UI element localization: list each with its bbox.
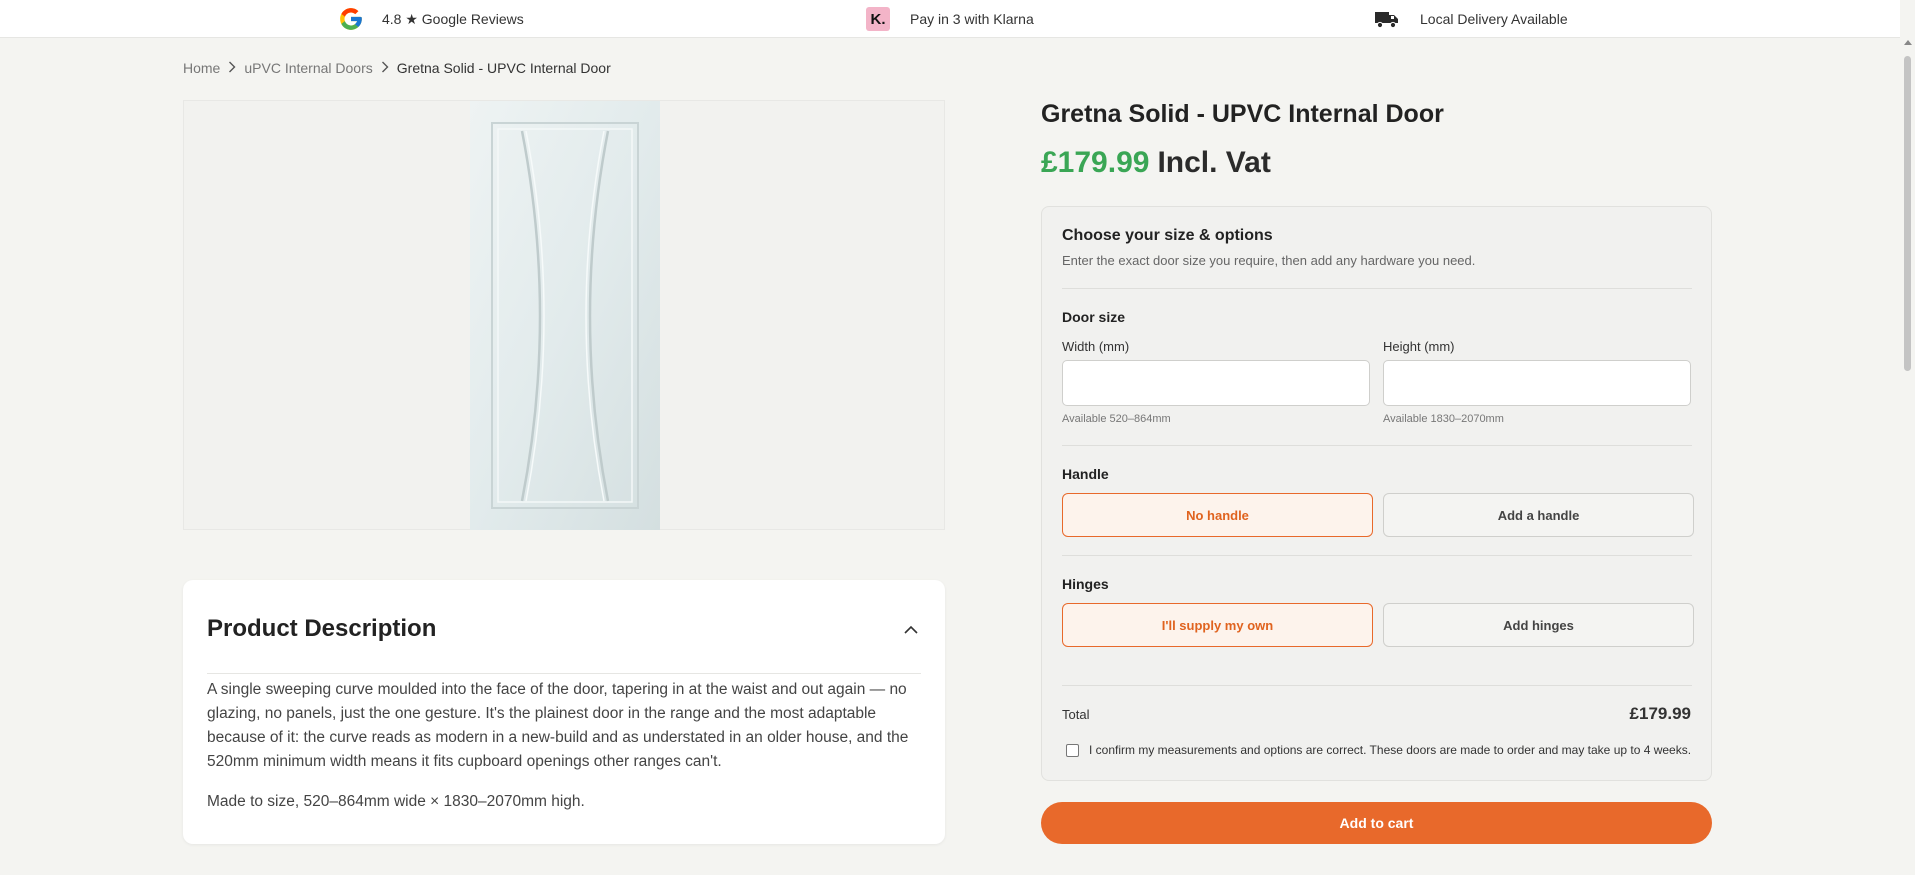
height-input[interactable] <box>1383 360 1691 406</box>
price-value: £179.99 <box>1041 146 1150 179</box>
chevron-right-icon <box>228 61 236 76</box>
description-paragraph: A single sweeping curve moulded into the… <box>207 681 909 770</box>
google-g-icon <box>338 6 364 32</box>
chevron-up-icon[interactable] <box>903 622 919 640</box>
divider <box>1062 685 1692 686</box>
width-hint: Available 520–864mm <box>1062 413 1171 425</box>
klarna-k-icon: K. <box>866 7 890 31</box>
hinges-label: Hinges <box>1062 576 1109 592</box>
add-handle-button[interactable]: Add a handle <box>1383 493 1694 537</box>
scrollbar-thumb[interactable] <box>1904 56 1911 371</box>
divider <box>1062 445 1692 446</box>
width-label: Width (mm) <box>1062 339 1130 354</box>
total-value: £179.99 <box>1629 704 1691 723</box>
delivery-text: Local Delivery Available <box>1420 11 1568 27</box>
options-heading: Choose your size & options <box>1062 227 1273 244</box>
total-label: Total <box>1062 707 1090 722</box>
top-info-bar: 4.8 ★ Google Reviews K. Pay in 3 with Kl… <box>0 0 1900 38</box>
vat-label: Incl. Vat <box>1157 146 1271 179</box>
scroll-up-arrow-icon[interactable] <box>1904 40 1912 45</box>
options-subheading: Enter the exact door size you require, t… <box>1062 253 1476 268</box>
delivery-info[interactable]: Local Delivery Available <box>1374 0 1568 38</box>
breadcrumb-current: Gretna Solid - UPVC Internal Door <box>396 60 611 76</box>
height-label: Height (mm) <box>1383 339 1455 354</box>
google-reviews[interactable]: 4.8 ★ Google Reviews <box>338 0 524 38</box>
klarna-text: Pay in 3 with Klarna <box>910 11 1034 27</box>
height-hint: Available 1830–2070mm <box>1383 413 1504 425</box>
options-panel: Choose your size & options Enter the exa… <box>1041 206 1712 781</box>
width-input[interactable] <box>1062 360 1370 406</box>
add-to-cart-button[interactable]: Add to cart <box>1041 802 1712 844</box>
description-divider <box>207 673 921 674</box>
product-price: £179.99 Incl. Vat <box>1041 146 1271 180</box>
product-description-card: Product Description A single sweeping cu… <box>183 580 945 844</box>
add-hinges-button[interactable]: Add hinges <box>1383 603 1694 647</box>
klarna-info[interactable]: K. Pay in 3 with Klarna <box>866 0 1034 38</box>
confirm-text: I confirm my measurements and options ar… <box>1089 743 1692 757</box>
divider <box>1062 288 1692 289</box>
no-handle-button[interactable]: No handle <box>1062 493 1373 537</box>
breadcrumb-home[interactable]: Home <box>183 60 220 76</box>
supply-own-hinges-button[interactable]: I'll supply my own <box>1062 603 1373 647</box>
reviews-text: 4.8 ★ Google Reviews <box>382 10 524 27</box>
description-dimensions: Made to size, 520–864mm wide × 1830–2070… <box>207 793 585 810</box>
product-image-gallery[interactable] <box>183 100 945 530</box>
breadcrumb: Home uPVC Internal Doors Gretna Solid - … <box>183 60 611 76</box>
confirm-checkbox-row[interactable]: I confirm my measurements and options ar… <box>1066 743 1691 757</box>
chevron-right-icon <box>381 61 389 76</box>
door-product-image <box>470 101 660 530</box>
description-heading: Product Description <box>207 615 437 642</box>
page-scrollbar[interactable] <box>1900 38 1915 875</box>
divider <box>1062 555 1692 556</box>
delivery-truck-icon <box>1374 9 1400 29</box>
breadcrumb-category[interactable]: uPVC Internal Doors <box>244 60 372 76</box>
door-size-label: Door size <box>1062 309 1126 325</box>
handle-label: Handle <box>1062 466 1109 482</box>
confirm-checkbox[interactable] <box>1066 743 1079 757</box>
product-title: Gretna Solid - UPVC Internal Door <box>1041 100 1444 128</box>
